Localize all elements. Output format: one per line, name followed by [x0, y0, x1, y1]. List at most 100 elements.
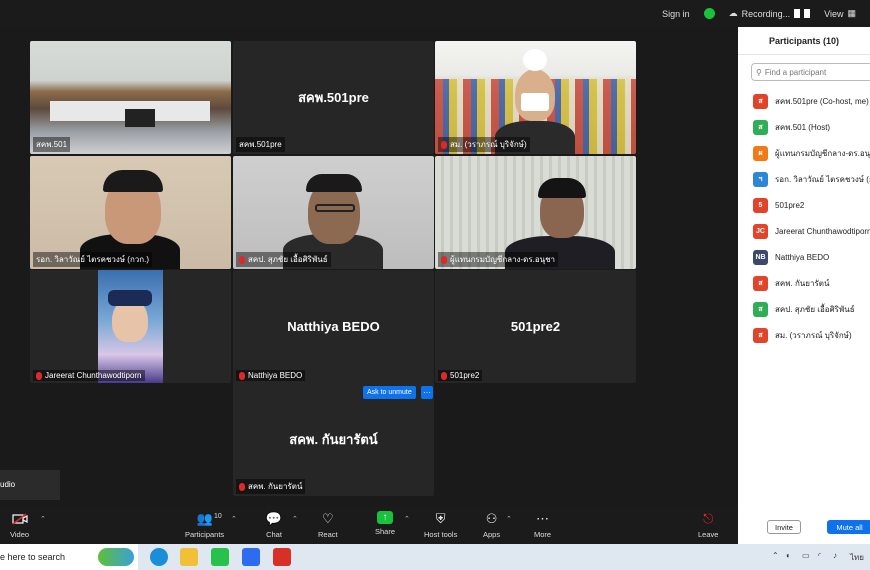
- edge-browser-icon[interactable]: [150, 548, 168, 566]
- participant-row[interactable]: ผ ผู้แทนกรมบัญชีกลาง-ดร.อนุชา: [738, 140, 870, 166]
- tile-more-options-button[interactable]: ···: [421, 386, 433, 399]
- participant-row[interactable]: ฯ รอก. วิลาวัณย์ ไตรคชวงษ์ (กวก.): [738, 166, 870, 192]
- tile-name-label: ผู้แทนกรมบัญชีกลาง-ดร.อนุชา: [438, 252, 559, 267]
- participant-avatar: ส: [753, 275, 768, 291]
- volume-icon[interactable]: ♪: [833, 551, 837, 560]
- tray-app-icon[interactable]: ◐: [786, 551, 791, 560]
- participant-row[interactable]: ส สม. (วราภรณ์ บุริจักษ์): [738, 322, 870, 348]
- wifi-icon[interactable]: ◜: [818, 551, 821, 560]
- audio-popup[interactable]: udio: [0, 470, 60, 500]
- video-tile[interactable]: Natthiya BEDO Natthiya BEDO: [233, 270, 434, 383]
- participant-avatar: NB: [753, 249, 768, 265]
- muted-mic-icon: [239, 371, 245, 380]
- invite-button[interactable]: Invite: [767, 520, 801, 534]
- participant-name: สคพ.501 (Host): [775, 122, 831, 132]
- sign-in-link[interactable]: Sign in: [662, 9, 690, 19]
- tray-chevron-icon[interactable]: ⌃: [772, 551, 779, 560]
- video-tile[interactable]: สคพ.501: [30, 41, 231, 154]
- shield-icon: ⛨: [435, 511, 446, 526]
- chat-options-caret-icon[interactable]: ⌃: [292, 515, 298, 523]
- video-tile[interactable]: สคพ.501pre สคพ.501pre: [233, 41, 434, 154]
- security-shield-icon[interactable]: [703, 8, 715, 19]
- participants-label: Participants: [185, 530, 225, 539]
- leave-button[interactable]: ⎋ Leave: [698, 511, 718, 539]
- video-tile[interactable]: สม. (วราภรณ์ บุริจักษ์): [435, 41, 636, 154]
- chat-button[interactable]: 💬 Chat: [266, 511, 282, 539]
- tile-name-label: สคพ. กันยารัตน์: [236, 479, 306, 494]
- video-tile[interactable]: 501pre2 501pre2: [435, 270, 636, 383]
- zoom-app-icon[interactable]: [242, 548, 260, 566]
- top-bar: Sign in ☁ Recording... View ▦: [0, 0, 870, 27]
- participant-row[interactable]: ส สคป. สุภชัย เอื้อศิริพันธ์: [738, 296, 870, 322]
- participant-avatar: JC: [753, 223, 768, 239]
- participant-row[interactable]: 5 501pre2: [738, 192, 870, 218]
- participant-row[interactable]: ส สคพ.501pre (Co-host, me): [738, 88, 870, 114]
- participant-profile-picture: [98, 270, 163, 383]
- video-tile[interactable]: สคป. สุภชัย เอื้อศิริพันธ์: [233, 156, 434, 269]
- host-tools-button[interactable]: ⛨ Host tools: [424, 511, 457, 539]
- file-explorer-icon[interactable]: [180, 548, 198, 566]
- recording-label: Recording...: [741, 8, 791, 19]
- pdf-reader-icon[interactable]: [273, 548, 291, 566]
- shield-icon: [703, 8, 715, 19]
- video-tile[interactable]: Jareerat Chunthawodtiporn: [30, 270, 231, 383]
- participant-avatar: 5: [753, 197, 768, 213]
- stop-recording-icon[interactable]: [804, 9, 811, 18]
- participant-avatar: ส: [753, 327, 768, 343]
- more-button[interactable]: ⋯ More: [534, 511, 551, 539]
- muted-mic-icon: [441, 371, 447, 380]
- video-tile[interactable]: สคพ. กันยารัตน์ สคพ. กันยารัตน์: [233, 382, 434, 496]
- share-button[interactable]: ↑ Share: [375, 511, 395, 536]
- video-options-caret-icon[interactable]: ⌃: [40, 515, 46, 523]
- tile-name-label: สคพ.501pre: [236, 137, 285, 152]
- recording-indicator[interactable]: ☁ Recording...: [729, 8, 811, 19]
- line-app-icon[interactable]: [211, 548, 229, 566]
- participant-avatar: ผ: [753, 145, 768, 161]
- participant-row[interactable]: ส สคพ. กันยารัตน์: [738, 270, 870, 296]
- video-tile[interactable]: ผู้แทนกรมบัญชีกลาง-ดร.อนุชา: [435, 156, 636, 269]
- tile-name-label: Jareerat Chunthawodtiporn: [33, 370, 145, 381]
- muted-mic-icon: [36, 371, 42, 380]
- participant-display-name: 501pre2: [510, 319, 561, 334]
- video-label: Video: [10, 530, 30, 539]
- participants-options-caret-icon[interactable]: ⌃: [231, 515, 237, 523]
- tile-name-label: รอก. วิลาวัณย์ ไตรคชวงษ์ (กวก.): [33, 252, 153, 267]
- participant-row[interactable]: ส สคพ.501 (Host): [738, 114, 870, 140]
- more-icon: ⋯: [536, 511, 550, 526]
- tile-name-label: 501pre2: [438, 370, 483, 381]
- ribbon-icon: [98, 548, 134, 566]
- pause-recording-icon[interactable]: [794, 9, 801, 18]
- participant-avatar: ส: [753, 119, 768, 135]
- video-tile-active-speaker[interactable]: รอก. วิลาวัณย์ ไตรคชวงษ์ (กวก.): [30, 156, 231, 269]
- participant-list: สสคพ.501pre (Co-host, me) ส สคพ.501 (Host)…: [738, 88, 870, 348]
- video-button[interactable]: Video: [10, 511, 29, 539]
- apps-button[interactable]: ⚇ Apps: [483, 511, 500, 539]
- participant-search-input[interactable]: ⚲ Find a participant: [751, 63, 870, 81]
- participants-count-badge: 10: [214, 513, 222, 520]
- video-off-icon: [11, 511, 28, 527]
- network-icon[interactable]: ▭: [802, 551, 810, 560]
- search-icon: ⚲: [756, 67, 762, 77]
- participant-name: สม. (วราภรณ์ บุริจักษ์): [775, 330, 852, 340]
- more-label: More: [534, 530, 552, 539]
- participant-avatar: ฯ: [753, 171, 768, 187]
- chat-icon: 💬: [265, 511, 283, 526]
- participant-row[interactable]: JC Jareerat Chunthawodtiporn: [738, 218, 870, 244]
- leave-label: Leave: [698, 530, 719, 539]
- input-language-indicator[interactable]: ไทย: [850, 551, 864, 564]
- view-button[interactable]: View ▦: [824, 8, 856, 19]
- taskbar-search-placeholder: e here to search: [0, 552, 66, 562]
- view-label: View: [824, 8, 844, 19]
- tile-name-label: สคป. สุภชัย เอื้อศิริพันธ์: [236, 252, 331, 267]
- participant-display-name: Natthiya BEDO: [287, 319, 380, 334]
- sign-in-label: Sign in: [662, 8, 690, 19]
- mute-all-button[interactable]: Mute all: [827, 520, 870, 534]
- grid-icon: ▦: [847, 8, 856, 18]
- participants-panel-title: Participants (10): [738, 27, 870, 55]
- react-button[interactable]: ♡ React: [318, 511, 338, 539]
- apps-options-caret-icon[interactable]: ⌃: [506, 515, 512, 523]
- share-options-caret-icon[interactable]: ⌃: [404, 515, 410, 523]
- ask-to-unmute-button[interactable]: Ask to unmute: [363, 386, 416, 399]
- cloud-icon: ☁: [728, 8, 738, 18]
- participant-row[interactable]: NB Natthiya BEDO: [738, 244, 870, 270]
